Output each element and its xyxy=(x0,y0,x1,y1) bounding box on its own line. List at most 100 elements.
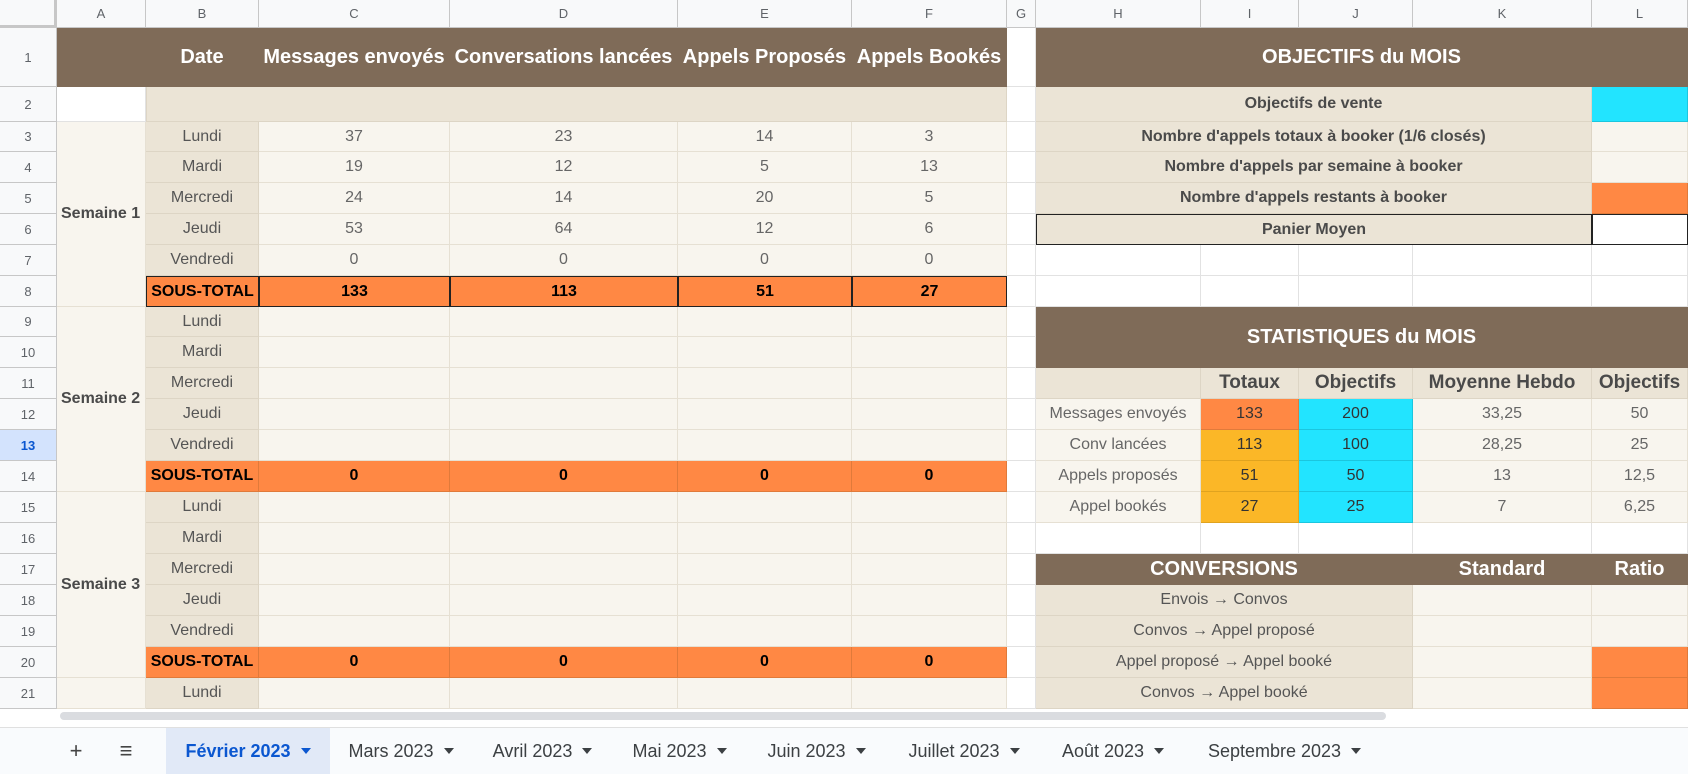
row-header-19[interactable]: 19 xyxy=(0,616,57,647)
row-header-3[interactable]: 3 xyxy=(0,122,57,152)
value-cell[interactable] xyxy=(450,616,678,647)
value-cell[interactable] xyxy=(678,368,852,399)
day-cell[interactable]: Lundi xyxy=(146,678,259,709)
value-cell[interactable] xyxy=(259,368,450,399)
add-sheet-button[interactable]: + xyxy=(53,728,99,774)
cell[interactable] xyxy=(1007,183,1036,214)
cell[interactable] xyxy=(1201,245,1299,276)
row-header-18[interactable]: 18 xyxy=(0,585,57,616)
day-cell[interactable]: Jeudi xyxy=(146,585,259,616)
conversion-ratio[interactable] xyxy=(1592,647,1688,678)
caret-down-icon[interactable] xyxy=(300,748,311,754)
sheet-tab[interactable]: Février 2023 xyxy=(166,728,330,774)
stats-objectifs[interactable]: 100 xyxy=(1299,430,1413,461)
row-header-20[interactable]: 20 xyxy=(0,647,57,678)
objectif-label[interactable]: Objectifs de vente xyxy=(1036,87,1592,122)
subtotal-value[interactable]: 0 xyxy=(852,647,1007,678)
column-header-j[interactable]: J xyxy=(1299,0,1413,28)
spreadsheet-grid[interactable]: A B C D E F G H I J K L 1 2 3 4 5 6 7 8 9 10 11 12 13 14 15 16 17 18 1… xyxy=(0,0,1688,719)
row-header-9[interactable]: 9 xyxy=(0,307,57,337)
cell[interactable] xyxy=(1299,276,1413,307)
day-cell[interactable]: Lundi xyxy=(146,492,259,523)
cell[interactable] xyxy=(1007,87,1036,122)
value-cell[interactable]: 5 xyxy=(678,152,852,183)
row-header-14[interactable]: 14 xyxy=(0,461,57,492)
column-header-b[interactable]: B xyxy=(146,0,259,28)
conversion-standard[interactable] xyxy=(1413,678,1592,709)
cell[interactable] xyxy=(1413,276,1592,307)
column-header-c[interactable]: C xyxy=(259,0,450,28)
value-cell[interactable]: 14 xyxy=(450,183,678,214)
value-cell[interactable] xyxy=(259,616,450,647)
day-cell[interactable]: Vendredi xyxy=(146,430,259,461)
stats-objectifs[interactable]: 200 xyxy=(1299,399,1413,430)
subtotal-value[interactable]: 51 xyxy=(678,276,852,307)
value-cell[interactable] xyxy=(259,585,450,616)
stats-totaux[interactable]: 51 xyxy=(1201,461,1299,492)
sheet-tab[interactable]: Juillet 2023 xyxy=(887,728,1041,774)
value-cell[interactable] xyxy=(852,678,1007,709)
value-cell[interactable] xyxy=(259,337,450,368)
cell[interactable] xyxy=(1201,523,1299,554)
sheet-tab[interactable]: Août 2023 xyxy=(1041,728,1185,774)
stats-moyenne[interactable]: 33,25 xyxy=(1413,399,1592,430)
value-cell[interactable]: 5 xyxy=(852,183,1007,214)
value-cell[interactable] xyxy=(450,585,678,616)
cell[interactable] xyxy=(1036,276,1201,307)
conversion-label[interactable]: Envois → Convos xyxy=(1036,585,1413,616)
caret-down-icon[interactable] xyxy=(716,748,727,754)
value-cell[interactable]: 20 xyxy=(678,183,852,214)
value-cell[interactable] xyxy=(450,678,678,709)
day-cell[interactable]: Mardi xyxy=(146,523,259,554)
main-header-cell[interactable]: Date xyxy=(146,28,259,87)
value-cell[interactable]: 6 xyxy=(852,214,1007,245)
day-cell[interactable]: Jeudi xyxy=(146,399,259,430)
stats-objectifs-hebdo[interactable]: 50 xyxy=(1592,399,1688,430)
value-cell[interactable]: 3 xyxy=(852,122,1007,152)
conversion-label[interactable]: Convos → Appel proposé xyxy=(1036,616,1413,647)
stats-totaux[interactable]: 113 xyxy=(1201,430,1299,461)
week-label[interactable] xyxy=(57,678,146,709)
value-cell[interactable] xyxy=(259,492,450,523)
stats-header[interactable]: Objectifs xyxy=(1592,368,1688,399)
row-header-10[interactable]: 10 xyxy=(0,337,57,368)
conversions-title[interactable]: CONVERSIONS xyxy=(1036,554,1413,585)
value-cell[interactable]: 24 xyxy=(259,183,450,214)
value-cell[interactable] xyxy=(259,430,450,461)
value-cell[interactable] xyxy=(852,492,1007,523)
caret-down-icon[interactable] xyxy=(855,748,866,754)
row-header-15[interactable]: 15 xyxy=(0,492,57,523)
cell[interactable] xyxy=(1007,523,1036,554)
value-cell[interactable] xyxy=(678,492,852,523)
objectif-value[interactable] xyxy=(1592,152,1688,183)
subtotal-label[interactable]: SOUS-TOTAL xyxy=(146,276,259,307)
cell[interactable] xyxy=(1299,245,1413,276)
stats-header[interactable]: Objectifs xyxy=(1299,368,1413,399)
cell[interactable] xyxy=(1007,276,1036,307)
value-cell[interactable] xyxy=(852,554,1007,585)
cell[interactable] xyxy=(1299,523,1413,554)
day-cell[interactable]: Lundi xyxy=(146,307,259,337)
stats-objectifs-hebdo[interactable]: 6,25 xyxy=(1592,492,1688,523)
column-header-k[interactable]: K xyxy=(1413,0,1592,28)
value-cell[interactable] xyxy=(259,307,450,337)
value-cell[interactable] xyxy=(259,399,450,430)
subtotal-value[interactable]: 0 xyxy=(852,461,1007,492)
value-cell[interactable] xyxy=(259,523,450,554)
conversion-standard[interactable] xyxy=(1413,647,1592,678)
week-label[interactable]: Semaine 2 xyxy=(57,307,146,492)
row-header-4[interactable]: 4 xyxy=(0,152,57,183)
value-cell[interactable] xyxy=(852,399,1007,430)
day-cell[interactable]: Vendredi xyxy=(146,245,259,276)
caret-down-icon[interactable] xyxy=(1351,748,1362,754)
conversions-ratio-header[interactable]: Ratio xyxy=(1592,554,1688,585)
sheet-tab[interactable]: Juin 2023 xyxy=(746,728,887,774)
cell[interactable] xyxy=(1201,276,1299,307)
value-cell[interactable]: 14 xyxy=(678,122,852,152)
objectif-label[interactable]: Nombre d'appels restants à booker xyxy=(1036,183,1592,214)
value-cell[interactable] xyxy=(852,523,1007,554)
value-cell[interactable]: 0 xyxy=(678,245,852,276)
stats-row-label[interactable]: Appels proposés xyxy=(1036,461,1201,492)
row-header-11[interactable]: 11 xyxy=(0,368,57,399)
row-header-17[interactable]: 17 xyxy=(0,554,57,585)
